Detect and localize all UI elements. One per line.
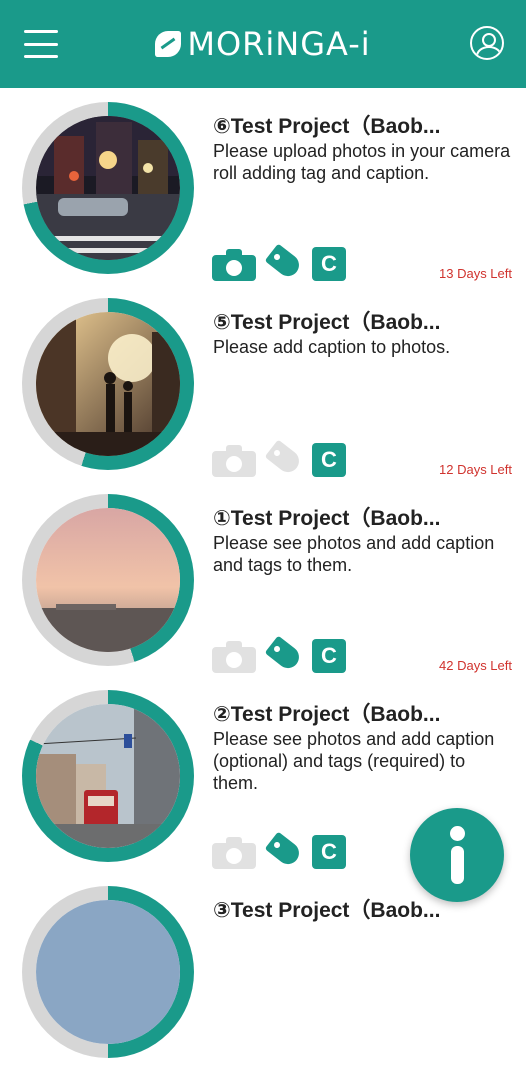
project-title: ⑤Test Project（Baob...: [213, 311, 441, 334]
tag-icon[interactable]: [262, 439, 306, 479]
project-item[interactable]: ③Test Project（Baob...: [0, 872, 526, 1068]
project-title: ②Test Project（Baob...: [213, 703, 441, 726]
caption-icon[interactable]: C: [312, 639, 346, 673]
project-description: Please see photos and add caption (optio…: [213, 729, 495, 793]
task-icons: C: [212, 243, 346, 283]
app-logo: MORiNGA-i: [155, 25, 370, 63]
leaf-logo-icon: [155, 31, 182, 57]
project-photo: [36, 900, 180, 1044]
info-button[interactable]: [410, 808, 504, 902]
camera-icon[interactable]: [212, 247, 256, 281]
days-left-label: 13 Days Left: [439, 266, 512, 281]
progress-ring: [22, 886, 194, 1058]
project-photo: [36, 704, 180, 848]
user-profile-icon[interactable]: [470, 26, 504, 60]
project-item[interactable]: ⑤Test Project（Baob... Please add caption…: [0, 284, 526, 480]
project-description: Please upload photos in your camera roll…: [213, 141, 511, 183]
hamburger-menu-icon[interactable]: [24, 30, 58, 58]
progress-ring: [22, 102, 194, 274]
project-description: Please add caption to photos.: [213, 337, 451, 357]
project-photo: [36, 312, 180, 456]
camera-icon[interactable]: [212, 835, 256, 869]
project-title: ①Test Project（Baob...: [213, 507, 441, 530]
project-list: ⑥Test Project（Baob... Please upload phot…: [0, 88, 526, 1068]
progress-ring: [22, 690, 194, 862]
task-icons: C: [212, 635, 346, 675]
progress-ring: [22, 494, 194, 666]
tag-icon[interactable]: [262, 635, 306, 675]
task-icons: C: [212, 831, 346, 871]
camera-icon[interactable]: [212, 443, 256, 477]
project-photo: [36, 508, 180, 652]
logo-text: MORiNGA-i: [187, 25, 371, 63]
progress-ring: [22, 298, 194, 470]
camera-icon[interactable]: [212, 639, 256, 673]
app-header: MORiNGA-i: [0, 0, 526, 88]
tag-icon[interactable]: [262, 243, 306, 283]
caption-icon[interactable]: C: [312, 247, 346, 281]
project-title: ③Test Project（Baob...: [213, 899, 441, 922]
task-icons: C: [212, 439, 346, 479]
days-left-label: 12 Days Left: [439, 462, 512, 477]
caption-icon[interactable]: C: [312, 443, 346, 477]
project-title: ⑥Test Project（Baob...: [213, 115, 441, 138]
project-description: Please see photos and add caption and ta…: [213, 533, 495, 575]
info-icon: [450, 826, 465, 841]
project-item[interactable]: ⑥Test Project（Baob... Please upload phot…: [0, 88, 526, 284]
project-photo: [36, 116, 180, 260]
caption-icon[interactable]: C: [312, 835, 346, 869]
tag-icon[interactable]: [262, 831, 306, 871]
project-item[interactable]: ①Test Project（Baob... Please see photos …: [0, 480, 526, 676]
days-left-label: 42 Days Left: [439, 658, 512, 673]
